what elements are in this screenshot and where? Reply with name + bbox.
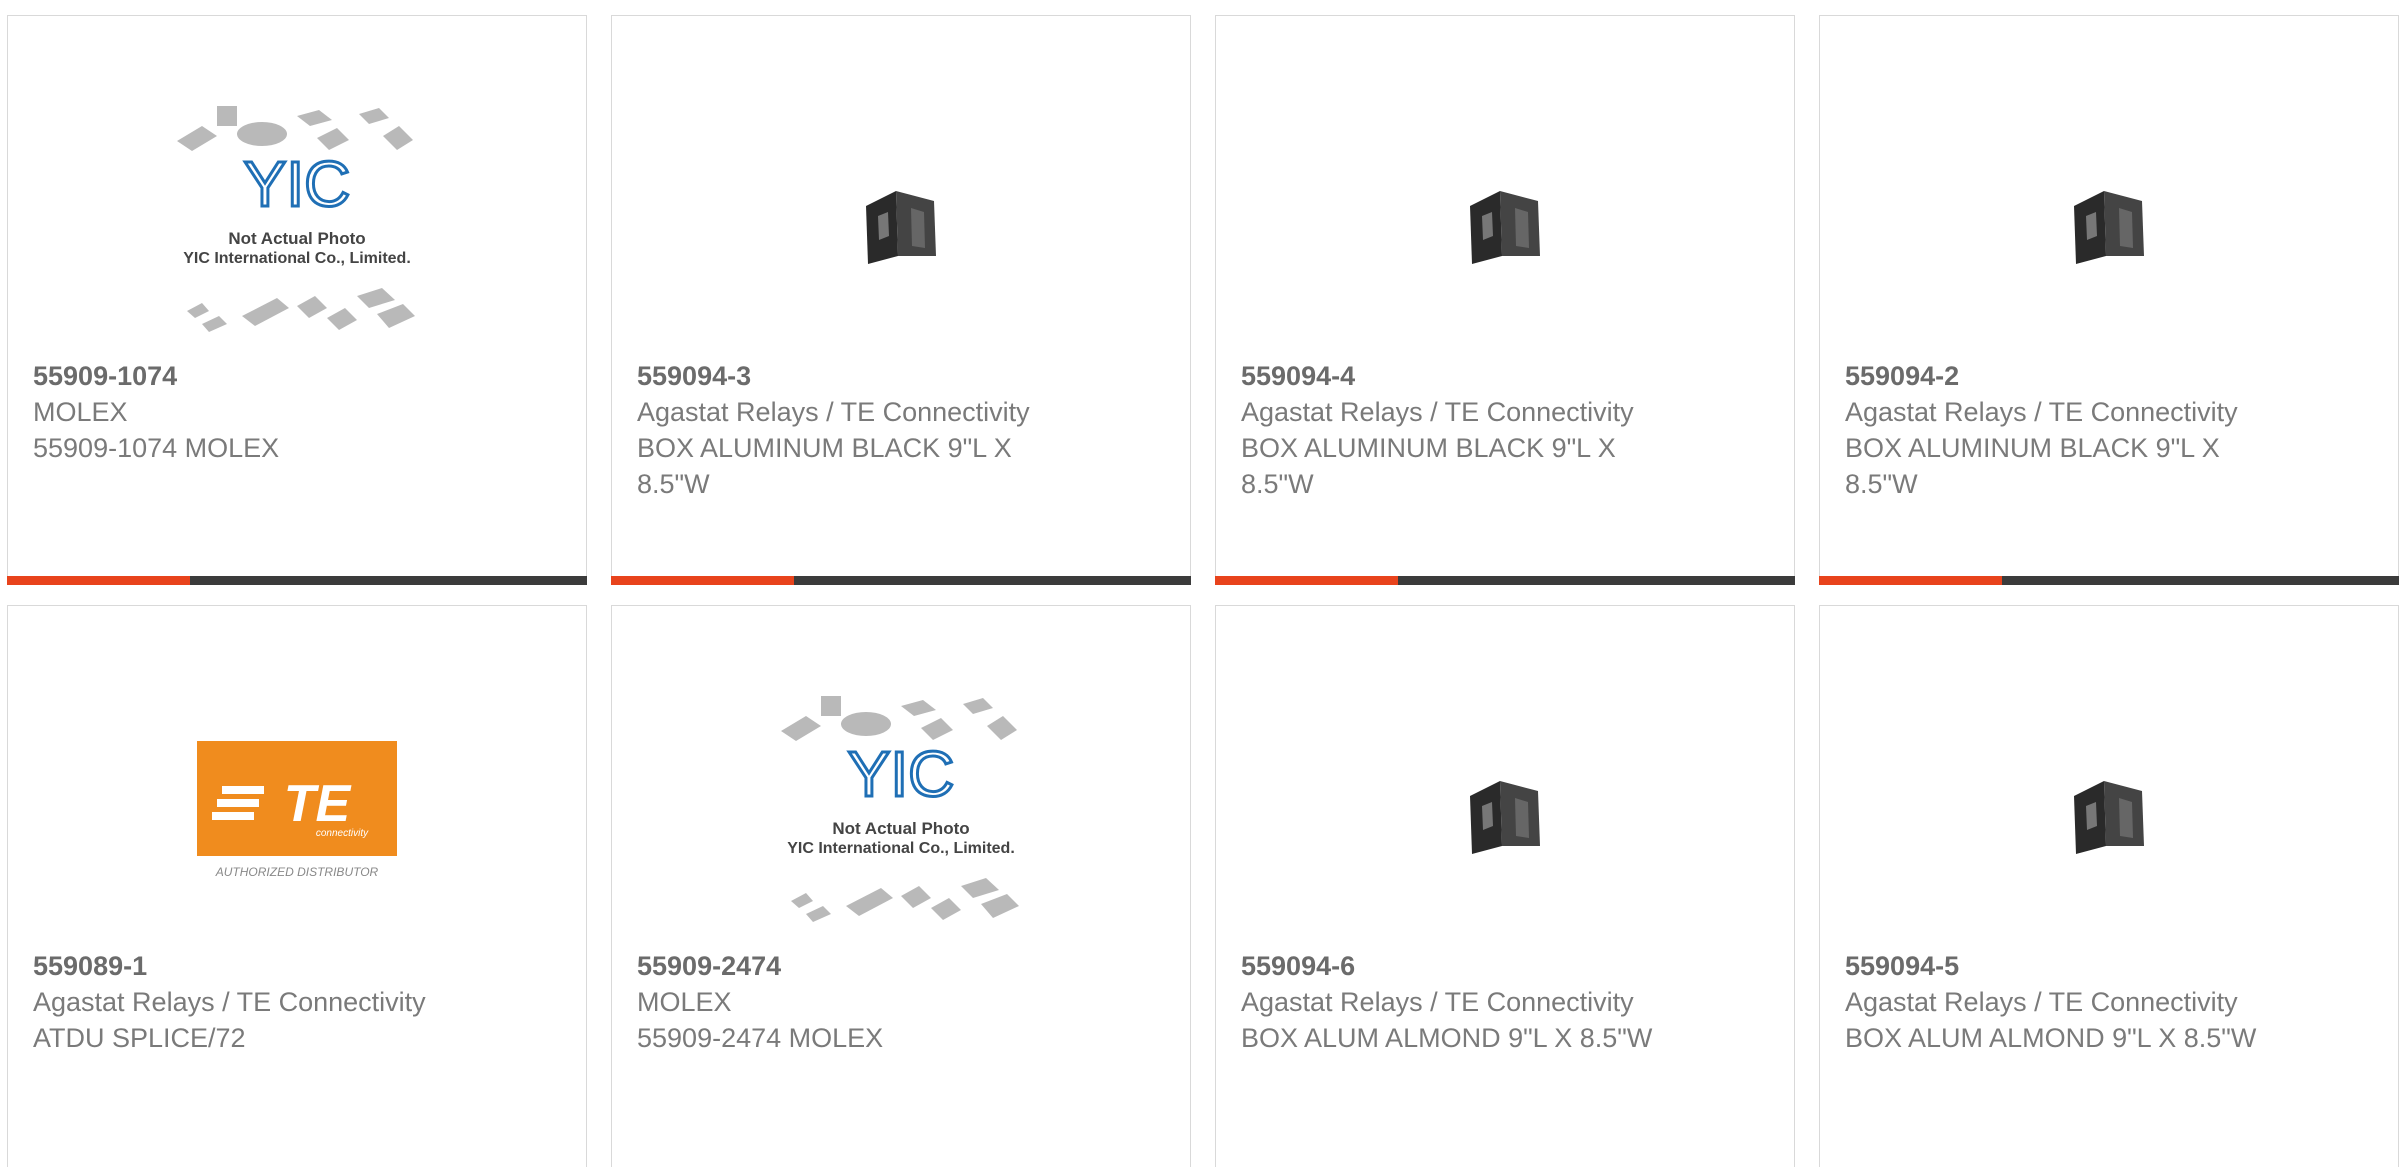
manufacturer: Agastat Relays / TE Connectivity: [33, 987, 426, 1017]
black-box-bracket-icon: [866, 191, 936, 264]
product-card[interactable]: 559094-5 Agastat Relays / TE Connectivit…: [1819, 605, 2399, 1167]
black-box-bracket-icon: [1470, 781, 1540, 854]
card-bottom-bar: [7, 576, 587, 585]
description: BOX ALUM ALMOND 9"L X 8.5"W: [1241, 1023, 1653, 1053]
product-info: 559094-3 Agastat Relays / TE Connectivit…: [637, 358, 1170, 502]
product-info: 55909-2474 MOLEX 55909-2474 MOLEX: [637, 948, 1170, 1056]
manufacturer: MOLEX: [637, 987, 732, 1017]
product-card[interactable]: 559094-6 Agastat Relays / TE Connectivit…: [1215, 605, 1795, 1167]
description: BOX ALUM ALMOND 9"L X 8.5"W: [1845, 1023, 2257, 1053]
black-box-bracket-icon: [2074, 781, 2144, 854]
card-bottom-bar-accent: [1215, 576, 1398, 585]
product-info: 559094-6 Agastat Relays / TE Connectivit…: [1241, 948, 1774, 1056]
part-number[interactable]: 559094-5: [1845, 948, 2378, 984]
manufacturer: Agastat Relays / TE Connectivity: [1845, 397, 2238, 427]
card-bottom-bar: [611, 576, 1191, 585]
description: 55909-2474 MOLEX: [637, 1023, 884, 1053]
svg-text:YIC: YIC: [848, 738, 955, 810]
product-image[interactable]: [1820, 676, 2398, 956]
svg-text:YIC: YIC: [244, 148, 351, 220]
manufacturer: Agastat Relays / TE Connectivity: [1241, 987, 1634, 1017]
product-image[interactable]: [1216, 86, 1794, 366]
svg-text:connectivity: connectivity: [316, 828, 369, 839]
product-card[interactable]: 559094-3 Agastat Relays / TE Connectivit…: [611, 15, 1191, 585]
product-info: 55909-1074 MOLEX 55909-1074 MOLEX: [33, 358, 566, 466]
part-number[interactable]: 559094-2: [1845, 358, 2378, 394]
te-authorized-distributor-icon: TE connectivity AUTHORIZED DISTRIBUTOR: [197, 741, 397, 879]
svg-text:AUTHORIZED DISTRIBUTOR: AUTHORIZED DISTRIBUTOR: [215, 865, 379, 879]
product-grid: YIC Not Actual Photo YIC International C…: [0, 0, 2400, 1167]
product-info: 559094-5 Agastat Relays / TE Connectivit…: [1845, 948, 2378, 1056]
product-card[interactable]: 559094-4 Agastat Relays / TE Connectivit…: [1215, 15, 1795, 585]
black-box-bracket-icon: [2074, 191, 2144, 264]
yic-placeholder-icon: YIC Not Actual Photo YIC International C…: [781, 696, 1019, 922]
manufacturer: MOLEX: [33, 397, 128, 427]
part-number[interactable]: 559094-3: [637, 358, 1170, 394]
product-image[interactable]: YIC Not Actual Photo YIC International C…: [8, 86, 586, 366]
product-image[interactable]: [1216, 676, 1794, 956]
product-card[interactable]: YIC Not Actual Photo YIC International C…: [7, 15, 587, 585]
manufacturer: Agastat Relays / TE Connectivity: [1241, 397, 1634, 427]
product-info: 559094-4 Agastat Relays / TE Connectivit…: [1241, 358, 1774, 502]
product-card[interactable]: YIC Not Actual Photo YIC International C…: [611, 605, 1191, 1167]
yic-placeholder-icon: YIC Not Actual Photo YIC International C…: [177, 106, 415, 332]
svg-text:Not Actual Photo: Not Actual Photo: [832, 819, 969, 838]
part-number[interactable]: 55909-1074: [33, 358, 566, 394]
product-info: 559094-2 Agastat Relays / TE Connectivit…: [1845, 358, 2378, 502]
card-bottom-bar: [1819, 576, 2399, 585]
card-bottom-bar-accent: [611, 576, 794, 585]
part-number[interactable]: 559094-4: [1241, 358, 1774, 394]
description: BOX ALUMINUM BLACK 9"L X 8.5"W: [637, 433, 1012, 499]
part-number[interactable]: 55909-2474: [637, 948, 1170, 984]
manufacturer: Agastat Relays / TE Connectivity: [1845, 987, 2238, 1017]
product-image[interactable]: [1820, 86, 2398, 366]
description: BOX ALUMINUM BLACK 9"L X 8.5"W: [1241, 433, 1616, 499]
product-card[interactable]: TE connectivity AUTHORIZED DISTRIBUTOR 5…: [7, 605, 587, 1167]
description: BOX ALUMINUM BLACK 9"L X 8.5"W: [1845, 433, 2220, 499]
black-box-bracket-icon: [1470, 191, 1540, 264]
description: ATDU SPLICE/72: [33, 1023, 246, 1053]
svg-text:YIC International Co., Limited: YIC International Co., Limited.: [787, 840, 1015, 857]
product-image[interactable]: TE connectivity AUTHORIZED DISTRIBUTOR: [8, 676, 586, 956]
card-bottom-bar-accent: [7, 576, 190, 585]
product-info: 559089-1 Agastat Relays / TE Connectivit…: [33, 948, 566, 1056]
product-image[interactable]: YIC Not Actual Photo YIC International C…: [612, 676, 1190, 956]
svg-text:TE: TE: [284, 775, 352, 833]
description: 55909-1074 MOLEX: [33, 433, 280, 463]
svg-text:YIC International Co., Limited: YIC International Co., Limited.: [183, 250, 411, 267]
card-bottom-bar: [1215, 576, 1795, 585]
card-bottom-bar-accent: [1819, 576, 2002, 585]
manufacturer: Agastat Relays / TE Connectivity: [637, 397, 1030, 427]
part-number[interactable]: 559089-1: [33, 948, 566, 984]
svg-text:Not Actual Photo: Not Actual Photo: [228, 229, 365, 248]
product-image[interactable]: [612, 86, 1190, 366]
part-number[interactable]: 559094-6: [1241, 948, 1774, 984]
product-card[interactable]: 559094-2 Agastat Relays / TE Connectivit…: [1819, 15, 2399, 585]
